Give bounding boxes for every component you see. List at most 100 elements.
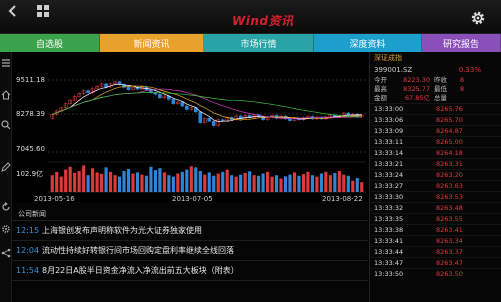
candle-body <box>180 101 185 107</box>
back-icon[interactable] <box>6 4 20 18</box>
app-window: Wind资讯 自选股 新闻资讯 市场行情 深度资料 研究报告 9511.18 8… <box>0 0 501 302</box>
news-time: 12:04 <box>16 246 40 255</box>
tick-row: 13:33:00 8265.76 <box>370 103 501 114</box>
tick-row: 13:33:24 8263.20 <box>370 169 501 180</box>
tick-row: 13:33:21 8263.31 <box>370 158 501 169</box>
volume-bar <box>135 172 140 192</box>
volume-bar <box>171 176 175 192</box>
tab-news[interactable]: 新闻资讯 <box>100 34 204 52</box>
volume-bar <box>126 169 131 192</box>
volume-bar <box>265 171 270 192</box>
volume-bar <box>207 172 211 192</box>
tab-reports[interactable]: 研究报告 <box>422 34 501 52</box>
index-name[interactable]: 深证成指 <box>370 52 501 64</box>
volume-bar <box>162 172 166 192</box>
news-item[interactable]: 12:04 流动性持续好转银行间市场回购定盘利率继续全线回落 <box>12 241 368 261</box>
price-tick-label: 9511.18 <box>16 76 45 84</box>
tick-list[interactable]: 13:33:00 8265.76 13:33:06 8265.70 13:33:09 82… <box>370 103 501 279</box>
date-tick-label: 2013-05-16 <box>34 195 75 202</box>
candle-body <box>211 120 216 126</box>
quote-row: 金额 67.85亿 总量 <box>370 94 501 103</box>
share-icon[interactable] <box>1 248 11 258</box>
volume-bar <box>355 178 359 192</box>
volume-bar <box>346 175 350 192</box>
tab-watchlist[interactable]: 自选股 <box>0 34 100 52</box>
volume-bar <box>189 166 193 192</box>
search-icon[interactable] <box>1 120 11 130</box>
app-logo: Wind资讯 <box>232 14 294 28</box>
volume-bar <box>140 174 144 192</box>
volume-bar <box>292 172 297 192</box>
volume-bar <box>158 168 162 192</box>
quote-row: 最高 8325.77 最低 8 <box>370 85 501 94</box>
tab-market[interactable]: 市场行情 <box>204 34 314 52</box>
volume-tick-label: 102.9亿 <box>16 169 43 178</box>
volume-bar <box>351 180 355 192</box>
volume-bar <box>333 172 337 192</box>
quote-value: 8325.77 <box>403 85 430 93</box>
volume-bar <box>239 174 243 192</box>
quote-panel: 深证成指 399001.SZ 0.33% 今开 8223.30 昨收 8 最高 … <box>369 52 501 302</box>
settings-gear-icon[interactable] <box>470 10 486 26</box>
kline-chart[interactable]: 9511.18 8278.39 7045.60 102.9亿 2013-05-1… <box>12 52 368 202</box>
news-title: 上海银创发布声明称软件为光大证券独家使用 <box>42 226 202 235</box>
volume-bar <box>153 170 157 192</box>
volume-bar <box>315 176 319 192</box>
tick-time: 13:33:50 <box>374 270 404 278</box>
left-toolbar <box>0 52 12 302</box>
volume-bar <box>131 173 135 192</box>
volume-bar <box>243 172 247 192</box>
volume-bar <box>252 175 256 192</box>
volume-bar <box>203 174 207 192</box>
news-item[interactable]: 12:15 上海银创发布声明称软件为光大证券独家使用 <box>12 221 368 241</box>
news-title: 流动性持续好转银行间市场回购定盘利率继续全线回落 <box>42 246 234 255</box>
candle-body <box>288 118 292 121</box>
volume-bar <box>310 175 314 192</box>
tick-row: 13:33:30 8263.53 <box>370 191 501 202</box>
refresh-icon[interactable] <box>1 202 11 212</box>
main-tabs: 自选股 新闻资讯 市场行情 深度资料 研究报告 <box>0 34 501 52</box>
volume-bar <box>59 176 63 192</box>
news-time: 11:54 <box>16 266 40 275</box>
grid-menu-icon[interactable] <box>36 4 50 18</box>
volume-bar <box>144 175 149 192</box>
price-tick-label: 8278.39 <box>16 110 45 118</box>
volume-bar <box>360 182 364 192</box>
volume-bar <box>86 175 90 192</box>
list-icon[interactable] <box>1 58 11 68</box>
tick-price: 8263.50 <box>436 270 463 278</box>
price-tick-label: 7045.60 <box>16 145 45 153</box>
top-bar: Wind资讯 <box>0 0 501 34</box>
candle-body <box>184 105 189 110</box>
tick-row: 13:33:32 8263.48 <box>370 202 501 213</box>
date-tick-label: 2013-08-22 <box>322 195 363 202</box>
date-tick-label: 2013-07-05 <box>172 195 213 202</box>
volume-bar <box>50 175 54 192</box>
home-icon[interactable] <box>1 90 11 100</box>
quote-row: 今开 8223.30 昨收 8 <box>370 76 501 85</box>
tick-row: 13:33:11 8265.00 <box>370 136 501 147</box>
volume-bar <box>77 171 81 192</box>
tick-row: 13:33:38 8263.41 <box>370 224 501 235</box>
volume-bar <box>297 175 301 192</box>
volume-bar <box>274 175 279 192</box>
volume-bar <box>279 178 283 192</box>
tick-row: 13:33:47 8263.47 <box>370 257 501 268</box>
news-item[interactable]: 11:54 8月22日A股半日资金净流入净流出前五大板块（附表） <box>12 261 368 281</box>
gear-small-icon[interactable] <box>1 224 11 234</box>
volume-bar <box>283 176 288 192</box>
news-header: 公司新闻 <box>12 207 368 221</box>
volume-bar <box>82 165 86 192</box>
volume-bar <box>230 175 234 192</box>
quote-label: 最低 <box>434 85 447 93</box>
tab-research-data[interactable]: 深度资料 <box>314 34 422 52</box>
volume-bar <box>64 169 68 192</box>
edit-icon[interactable] <box>1 162 11 172</box>
quote-value: 67.85亿 <box>404 94 430 102</box>
quote-label: 最高 <box>374 85 387 93</box>
quote-label: 金额 <box>374 94 387 102</box>
candle-body <box>171 99 176 104</box>
candle-body <box>86 90 90 93</box>
volume-bar <box>221 171 225 192</box>
news-panel: 公司新闻 12:15 上海银创发布声明称软件为光大证券独家使用 12:04 流动性持… <box>12 207 368 302</box>
